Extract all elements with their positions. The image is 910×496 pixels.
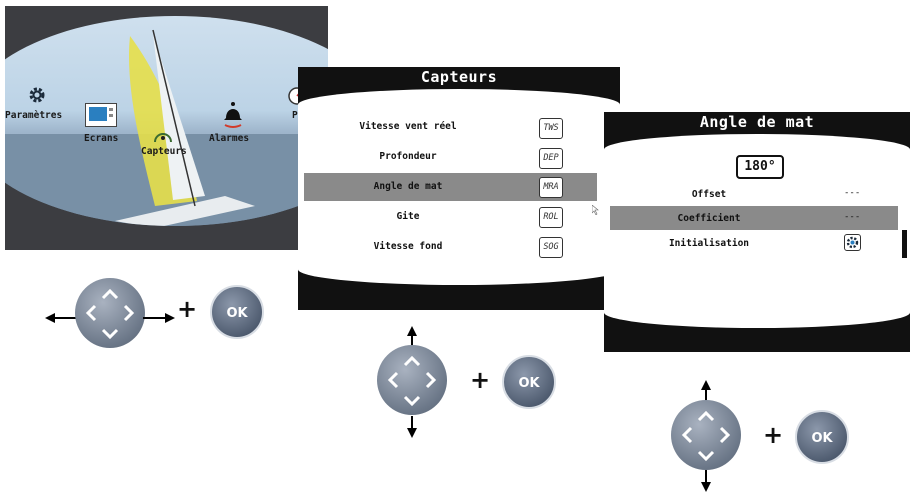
tws-tag: TWS bbox=[539, 118, 563, 139]
capteurs-title: Capteurs bbox=[420, 68, 498, 86]
arrow-right-icon bbox=[143, 308, 175, 327]
capteurs-screen: Capteurs Vitesse vent réel TWS Profondeu… bbox=[298, 67, 620, 310]
mra-tag: MRA bbox=[539, 177, 563, 198]
dep-tag: DEP bbox=[539, 148, 563, 169]
angle-de-mat-screen: Angle de mat 180° Offset --- Coefficient… bbox=[604, 112, 910, 352]
bell-icon[interactable] bbox=[221, 98, 245, 134]
cursor-icon bbox=[591, 200, 600, 219]
capteurs-row-label[interactable]: Profondeur bbox=[338, 151, 478, 162]
offset-label[interactable]: Offset bbox=[664, 189, 754, 200]
sailboat-image bbox=[5, 29, 328, 226]
plus-sign: + bbox=[470, 366, 491, 394]
menu-label-parametres[interactable]: Paramètres bbox=[5, 110, 62, 121]
sailboat-background bbox=[5, 16, 328, 226]
nav-control-up-down bbox=[670, 380, 742, 492]
mast-angle-value: 180° bbox=[736, 155, 784, 179]
capteurs-row-label[interactable]: Vitesse vent réel bbox=[338, 121, 478, 132]
gear-icon bbox=[27, 85, 47, 109]
menu-label-alarmes[interactable]: Alarmes bbox=[209, 133, 249, 144]
sog-tag: SOG bbox=[539, 237, 563, 258]
offset-value: --- bbox=[844, 188, 861, 198]
menu-label-ecrans[interactable]: Ecrans bbox=[84, 133, 118, 144]
arrow-down-icon bbox=[701, 470, 711, 496]
initialisation-label[interactable]: Initialisation bbox=[664, 238, 754, 249]
direction-pad[interactable] bbox=[75, 278, 145, 348]
arrow-down-icon bbox=[407, 416, 417, 442]
capteurs-row-label-selected[interactable]: Angle de mat bbox=[338, 181, 478, 192]
ok-button[interactable]: OK bbox=[795, 410, 849, 464]
ok-button[interactable]: OK bbox=[210, 285, 264, 339]
plus-sign: + bbox=[763, 421, 784, 449]
capteurs-row-label[interactable]: Vitesse fond bbox=[338, 241, 478, 252]
nav-control-left-right bbox=[45, 278, 175, 348]
rol-tag: ROL bbox=[539, 207, 563, 228]
main-menu-screen: Paramètres Ecrans Capteurs Alarmes Pil bbox=[5, 6, 328, 250]
capteurs-row-label[interactable]: Gite bbox=[338, 211, 478, 222]
ok-button[interactable]: OK bbox=[502, 355, 556, 409]
sensor-icon[interactable] bbox=[153, 129, 173, 143]
menu-label-capteurs[interactable]: Capteurs bbox=[141, 146, 187, 157]
screens-icon[interactable] bbox=[85, 103, 117, 127]
coefficient-value: --- bbox=[844, 212, 861, 222]
direction-pad[interactable] bbox=[377, 345, 447, 415]
arrow-left-icon bbox=[45, 308, 77, 327]
scrollbar-thumb[interactable] bbox=[902, 230, 907, 258]
coefficient-label[interactable]: Coefficient bbox=[664, 213, 754, 224]
angle-de-mat-title: Angle de mat bbox=[699, 113, 815, 131]
nav-control-up-down bbox=[376, 326, 448, 438]
plus-sign: + bbox=[177, 295, 198, 323]
direction-pad[interactable] bbox=[671, 400, 741, 470]
gear-icon[interactable] bbox=[844, 234, 861, 251]
